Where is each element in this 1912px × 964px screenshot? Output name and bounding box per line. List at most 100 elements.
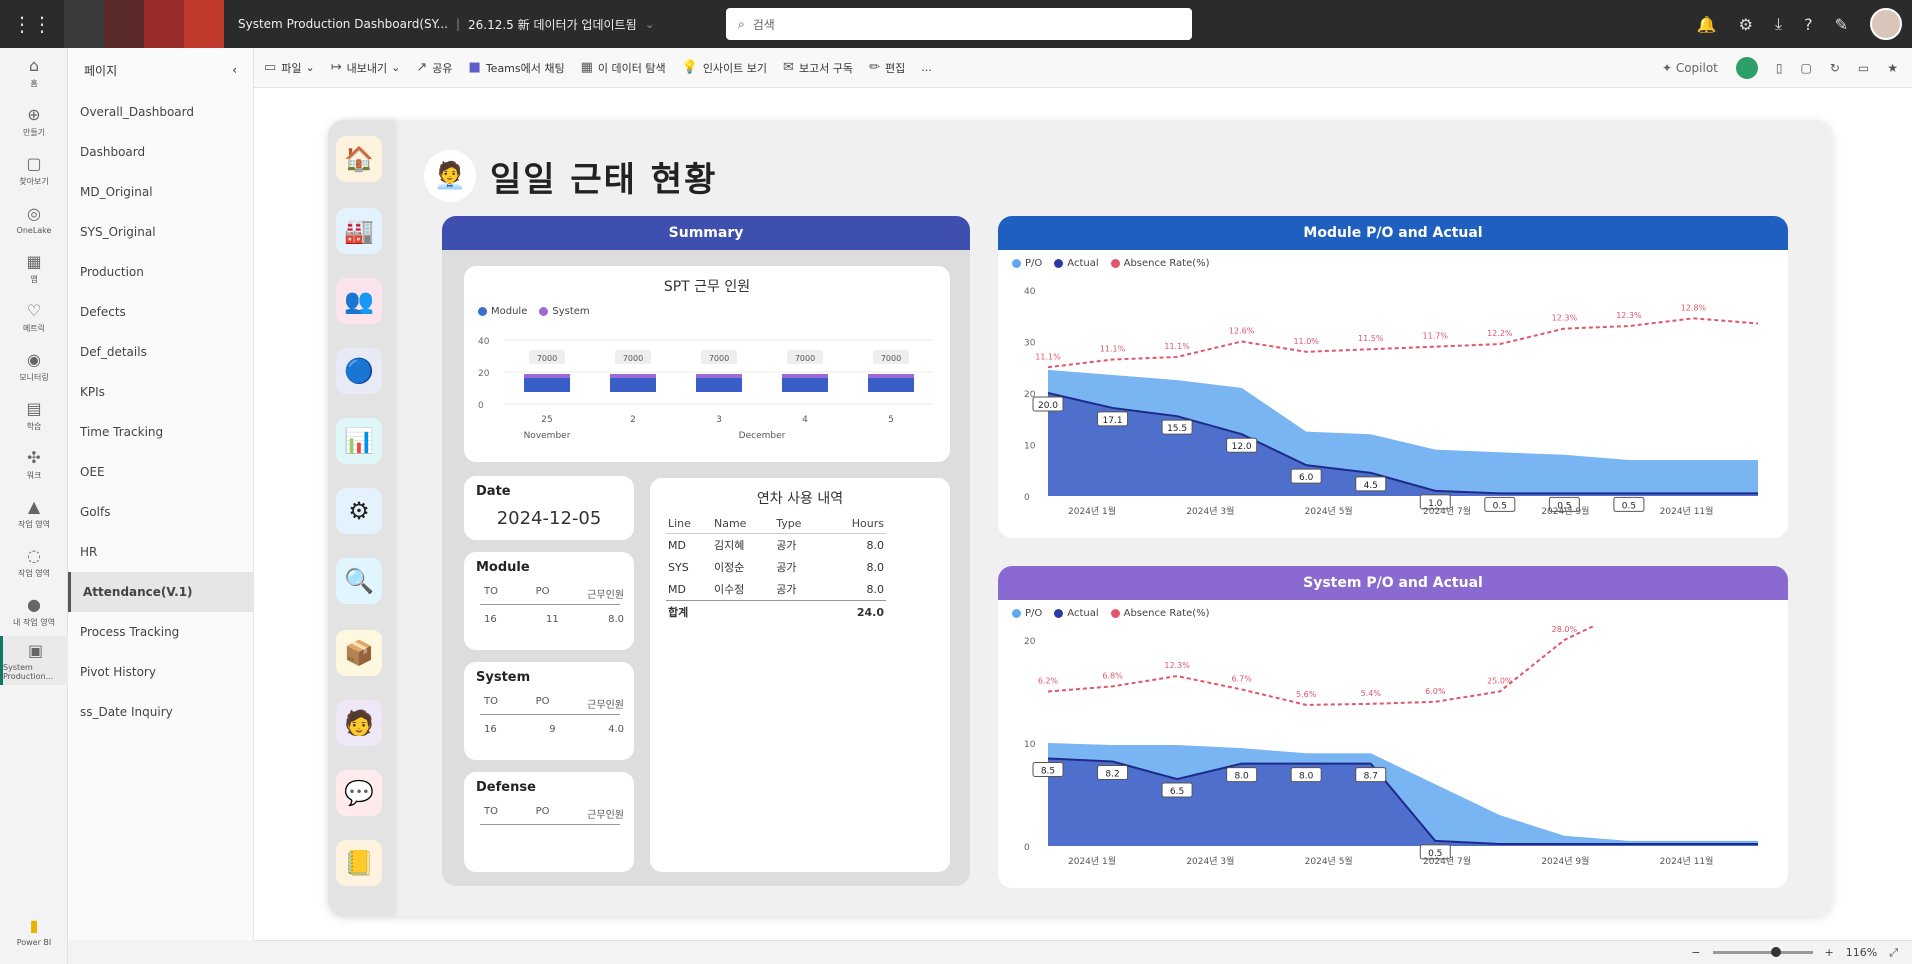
zoom-slider-handle[interactable] [1770,947,1781,957]
settings-icon[interactable]: ⚙ [1739,15,1753,34]
spt-bar-system[interactable] [782,374,828,378]
user-presence-icon[interactable] [1735,57,1758,79]
attendance-nav-icon[interactable]: 🧑 [336,700,382,746]
insights-button[interactable]: 💡 인사이트 보기 [682,60,767,76]
teams-chat-button[interactable]: ■ Teams에서 채팅 [469,60,565,76]
page-item[interactable]: Overall_Dashboard [68,92,253,132]
people-nav-icon[interactable]: 👥 [336,278,382,324]
absence-line[interactable] [1047,626,1758,706]
search-box[interactable]: ⌕ 검색 [726,8,1192,40]
subscribe-button[interactable]: ✉ 보고서 구독 [783,60,853,76]
leave-col-header[interactable]: Line [666,514,712,534]
share-button[interactable]: ↗ 공유 [416,60,452,76]
page-item[interactable]: Pivot History [68,652,253,692]
gear-nav-icon[interactable]: ⚙ [336,488,382,534]
spt-bar-system[interactable] [696,374,742,378]
legend-absence[interactable]: Absence Rate(%) [1110,608,1210,619]
page-item[interactable]: ss_Date Inquiry [68,692,253,732]
avatar[interactable] [1870,8,1902,40]
refresh-icon[interactable]: ↻ [1830,61,1840,75]
notifications-icon[interactable]: 🔔 [1697,15,1717,34]
rail-onelake[interactable]: ◎ OneLake [0,195,68,244]
legend-module[interactable]: Module [478,306,527,317]
spt-bar-system[interactable] [868,374,914,378]
rail-workspace2[interactable]: ◌ 작업 영역 [0,538,68,587]
system-area-chart[interactable]: 0 10 20 6.2% 6.8% 12.3% 6.7% 5.6% 5.4% 6.0% 25.0% 2… [998,626,1788,884]
legend-system[interactable]: System [539,306,590,317]
download-icon[interactable]: ⤓ [1775,14,1782,34]
report-title[interactable]: System Production Dashboard(SY... [238,17,448,31]
comment-icon[interactable]: ▭ [1858,61,1869,75]
fit-page-icon[interactable]: ⤢ [1889,946,1898,960]
spt-bar-system[interactable] [524,374,570,378]
page-item[interactable]: Process Tracking [68,612,253,652]
powerbi-home[interactable]: ▮ Power BI [0,907,68,956]
help-icon[interactable]: ? [1804,15,1813,34]
search-nav-icon[interactable]: 🔍 [336,558,382,604]
chat-nav-icon[interactable]: 💬 [336,770,382,816]
page-item[interactable]: Golfs [68,492,253,532]
legend-po[interactable]: P/O [1012,258,1042,269]
legend-actual[interactable]: Actual [1054,608,1099,619]
rail-browse[interactable]: ▢ 찾아보기 [0,146,68,195]
table-row[interactable]: MD 김지혜 공가 8.0 [666,534,886,557]
file-menu[interactable]: ▭ 파일 ⌄ [264,60,315,76]
page-item[interactable]: Defects [68,292,253,332]
legend-actual[interactable]: Actual [1054,258,1099,269]
view-icon[interactable]: ▢ [1800,61,1811,75]
more-options-button[interactable]: ... [921,61,932,74]
export-menu[interactable]: ↦ 내보내기 ⌄ [331,60,401,76]
clipboard-nav-icon[interactable]: 📊 [336,418,382,464]
zoom-out-icon[interactable]: − [1691,946,1700,959]
legend-absence[interactable]: Absence Rate(%) [1110,258,1210,269]
page-item[interactable]: SYS_Original [68,212,253,252]
rail-metrics[interactable]: ♡ 메트릭 [0,293,68,342]
page-item[interactable]: Attendance(V.1) [68,572,253,612]
page-item[interactable]: Time Tracking [68,412,253,452]
app-launcher-icon[interactable]: ⋮⋮ [0,0,64,48]
rail-monitor[interactable]: ◉ 모니터링 [0,342,68,391]
rail-create[interactable]: ⊕ 만들기 [0,97,68,146]
edit-button[interactable]: ✏ 편집 [869,60,905,76]
rail-learn[interactable]: ▤ 학습 [0,391,68,440]
absence-line[interactable] [1047,317,1759,369]
zoom-slider[interactable] [1712,947,1813,957]
update-status[interactable]: 26.12.5 新 데이터가 업데이트됨 [468,16,637,33]
page-item[interactable]: Dashboard [68,132,253,172]
zoom-level[interactable]: 116% [1846,946,1877,959]
page-item[interactable]: Def_details [68,332,253,372]
collapse-pane-icon[interactable]: ‹ [232,63,237,77]
page-item[interactable]: MD_Original [68,172,253,212]
gauge-nav-icon[interactable]: 🔵 [336,348,382,394]
factory-nav-icon[interactable]: 🏭 [336,208,382,254]
chevron-down-icon[interactable]: ⌄ [645,17,655,31]
box-nav-icon[interactable]: 📦 [336,630,382,676]
rail-workload[interactable]: ✣ 워크 [0,440,68,489]
favorite-icon[interactable]: ★ [1887,61,1898,75]
home-nav-icon[interactable]: 🏠 [336,136,382,182]
table-row[interactable]: MD 이수정 공가 8.0 [666,578,886,601]
zoom-in-icon[interactable]: + [1825,946,1834,959]
spt-bar-chart[interactable]: 40 20 0 7000 25 7000 2 7000 3 7000 4 7000 5 November D… [464,322,950,462]
module-area-chart[interactable]: 01020304011.1%11.1% 11.1%12.6%11.0% 11.5% 1… [998,276,1788,534]
book-nav-icon[interactable]: 📒 [336,840,382,886]
leave-col-header[interactable]: Name [711,514,775,534]
explore-data-button[interactable]: ▦ 이 데이터 탐색 [581,60,666,76]
page-item[interactable]: HR [68,532,253,572]
leave-col-header[interactable]: Hours [824,514,886,534]
legend-po[interactable]: P/O [1012,608,1042,619]
copilot-button[interactable]: ✦ Copilot [1662,61,1718,75]
spt-bar-system[interactable] [610,374,656,378]
feedback-icon[interactable]: ✎ [1835,15,1848,34]
rail-home[interactable]: ⌂ 홈 [0,48,68,97]
rail-workspace[interactable]: ▲ 작업 영역 [0,489,68,538]
page-item[interactable]: OEE [68,452,253,492]
rail-report[interactable]: ▣ System Production... [0,636,68,685]
date-value[interactable]: 2024-12-05 [464,508,634,529]
table-row[interactable]: SYS 이정순 공가 8.0 [666,556,886,578]
leave-col-header[interactable]: Type [774,514,825,534]
page-item[interactable]: Production [68,252,253,292]
page-item[interactable]: KPIs [68,372,253,412]
rail-apps[interactable]: ▦ 앱 [0,244,68,293]
bookmark-icon[interactable]: ▯ [1776,61,1783,75]
